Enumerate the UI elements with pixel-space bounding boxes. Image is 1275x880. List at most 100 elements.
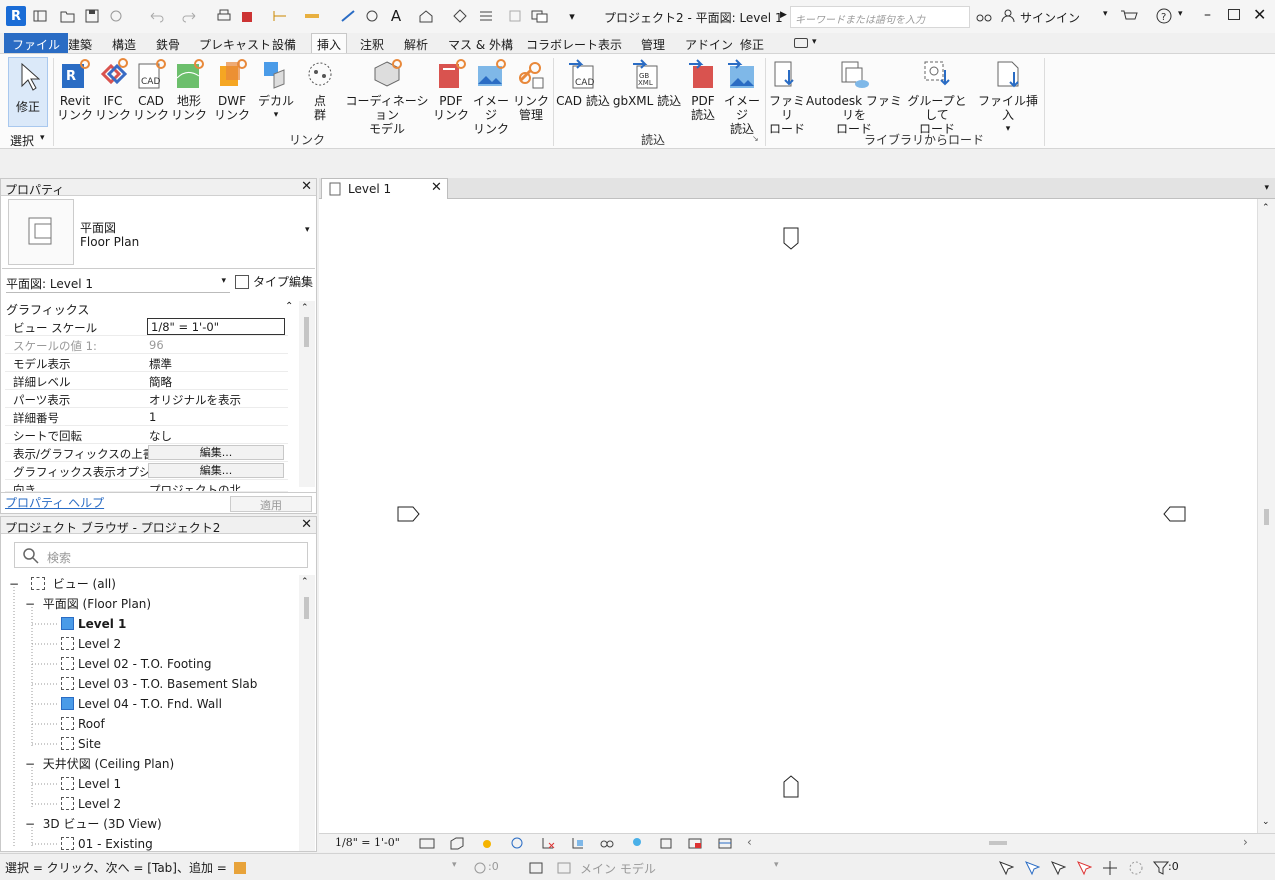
- elevation-marker-west[interactable]: [397, 506, 420, 522]
- hscroll-right-icon[interactable]: ›: [1243, 835, 1248, 849]
- save-icon[interactable]: [82, 6, 102, 26]
- tree-item-floor-plan-site[interactable]: Site: [61, 735, 101, 753]
- tab-modify[interactable]: 修正: [736, 35, 768, 54]
- document-tab-close-button[interactable]: ✕: [431, 180, 442, 195]
- collapse-group-icon[interactable]: ⌃: [285, 301, 293, 312]
- cad-import-button[interactable]: CAD CAD 読込: [556, 58, 610, 108]
- type-selector-dropdown-icon[interactable]: ▾: [305, 225, 310, 235]
- project-browser-close-button[interactable]: ✕: [301, 517, 312, 532]
- properties-help-link[interactable]: プロパティ ヘルプ: [5, 494, 104, 511]
- undo-icon[interactable]: [146, 6, 166, 26]
- tag-icon[interactable]: [362, 6, 382, 26]
- tab-precast[interactable]: プレキャスト: [195, 35, 275, 54]
- open-icon[interactable]: [58, 6, 78, 26]
- image-link-button[interactable]: イメージ リンク: [470, 58, 512, 136]
- point-cloud-button[interactable]: 点 群: [300, 58, 340, 122]
- prop-row-display-model[interactable]: モデル表示 標準: [5, 354, 288, 372]
- background-process-icon[interactable]: [1128, 860, 1144, 876]
- ribbon-toggle-icon[interactable]: [794, 38, 808, 48]
- user-icon[interactable]: [998, 6, 1018, 26]
- load-family-button[interactable]: ファミリ ロード: [768, 58, 806, 136]
- dwf-link-button[interactable]: DWF リンク: [210, 58, 254, 122]
- select-by-face-icon[interactable]: [1076, 860, 1092, 876]
- reveal-hidden-icon[interactable]: [659, 837, 675, 850]
- app-logo[interactable]: R: [6, 6, 26, 26]
- tree-item-floor-plan-level-04[interactable]: Level 04 - T.O. Fnd. Wall: [61, 695, 222, 713]
- pdf-link-button[interactable]: PDF リンク: [432, 58, 470, 122]
- manage-links-button[interactable]: リンク 管理: [512, 58, 550, 122]
- measure-icon[interactable]: [270, 6, 290, 26]
- dimension-icon[interactable]: [302, 6, 322, 26]
- browser-scrollbar[interactable]: ⌃: [299, 575, 315, 851]
- customize-qat-icon[interactable]: ▾: [562, 6, 582, 26]
- select-panel-label[interactable]: 選択: [10, 132, 34, 149]
- scroll-thumb[interactable]: [304, 597, 309, 619]
- view-scale-input[interactable]: 1/8" = 1'-0": [147, 318, 285, 335]
- tab-annotate[interactable]: 注釈: [356, 35, 388, 54]
- scroll-up-icon[interactable]: ⌃: [301, 577, 309, 587]
- properties-close-button[interactable]: ✕: [301, 179, 312, 194]
- view-scale-button[interactable]: 1/8" = 1'-0": [335, 836, 400, 849]
- align-icon[interactable]: [338, 6, 358, 26]
- scroll-up-icon[interactable]: ⌃: [1262, 203, 1270, 213]
- prop-row-detail-level[interactable]: 詳細レベル 簡略: [5, 372, 288, 390]
- tree-item-floor-plan-level-1[interactable]: Level 1: [61, 615, 126, 633]
- tree-item-floor-plan-level-03[interactable]: Level 03 - T.O. Basement Slab: [61, 675, 257, 693]
- hamburger-icon[interactable]: [30, 6, 50, 26]
- scroll-down-icon[interactable]: ⌄: [1262, 817, 1270, 827]
- select-dropdown-icon[interactable]: ▾: [40, 133, 45, 143]
- maximize-button[interactable]: [1228, 9, 1240, 20]
- canvas-vertical-scrollbar[interactable]: ⌃ ⌄: [1257, 199, 1275, 833]
- load-as-group-button[interactable]: グループとして ロード: [904, 58, 970, 136]
- select-links-icon[interactable]: [998, 860, 1014, 876]
- design-options-icon[interactable]: [556, 860, 572, 876]
- drawing-canvas[interactable]: [319, 199, 1257, 833]
- visual-style-icon[interactable]: [449, 837, 465, 850]
- select-pinned-icon[interactable]: [1050, 860, 1066, 876]
- close-hidden-icon[interactable]: [506, 6, 526, 26]
- document-tab-level-1[interactable]: Level 1 ✕: [321, 178, 448, 199]
- tab-insert[interactable]: 挿入: [311, 33, 348, 53]
- analytical-model-icon[interactable]: [717, 837, 733, 850]
- export-icon[interactable]: [238, 6, 258, 26]
- tab-architecture[interactable]: 建築: [64, 35, 96, 54]
- tab-addins[interactable]: アドイン: [681, 35, 737, 54]
- ifc-link-button[interactable]: IFC リンク: [94, 58, 132, 122]
- detail-level-icon[interactable]: [419, 837, 435, 850]
- properties-scrollbar[interactable]: ⌃: [299, 301, 315, 487]
- temporary-hide-icon[interactable]: [629, 837, 645, 850]
- text-icon[interactable]: A: [386, 6, 406, 26]
- decal-button[interactable]: デカル ▾: [256, 58, 296, 122]
- lock-3d-icon[interactable]: [599, 837, 615, 850]
- gbxml-import-button[interactable]: GB XML gbXML 読込: [612, 58, 682, 108]
- modify-button[interactable]: 修正: [8, 57, 48, 127]
- switch-windows-icon[interactable]: [530, 6, 550, 26]
- binoculars-icon[interactable]: [974, 6, 994, 26]
- filter-icon[interactable]: [1153, 860, 1169, 876]
- tab-structure[interactable]: 構造: [108, 35, 140, 54]
- tree-item-ceiling-level-1[interactable]: Level 1: [61, 775, 121, 793]
- tab-file[interactable]: ファイル: [4, 33, 69, 53]
- tab-analyze[interactable]: 解析: [400, 35, 432, 54]
- help-icon[interactable]: ?: [1154, 6, 1174, 26]
- cart-icon[interactable]: [1119, 6, 1139, 26]
- pdf-import-button[interactable]: PDF 読込: [684, 58, 722, 122]
- edit-type-button[interactable]: タイプ編集: [235, 273, 313, 290]
- apply-button[interactable]: 適用: [230, 496, 312, 512]
- topography-link-button[interactable]: 地形 リンク: [170, 58, 208, 122]
- type-selector[interactable]: 平面図 Floor Plan ▾: [2, 197, 315, 269]
- workset-dropdown-icon[interactable]: ▾: [452, 860, 457, 870]
- signin-dropdown-icon[interactable]: ▾: [1103, 9, 1108, 19]
- tree-item-floor-plan-level-02[interactable]: Level 02 - T.O. Footing: [61, 655, 211, 673]
- vg-overrides-edit-button[interactable]: 編集...: [148, 445, 284, 460]
- design-option-icon[interactable]: [472, 860, 488, 876]
- minimize-button[interactable]: –: [1204, 7, 1211, 23]
- tree-item-floor-plan-level-2[interactable]: Level 2: [61, 635, 121, 653]
- close-window-button[interactable]: ✕: [1253, 5, 1266, 24]
- prop-row-parts-visibility[interactable]: パーツ表示 オリジナルを表示: [5, 390, 288, 408]
- insert-from-file-button[interactable]: ファイル挿入 ▾: [976, 58, 1040, 136]
- warning-worksets-icon[interactable]: [232, 860, 248, 876]
- hscroll-left-icon[interactable]: ‹: [747, 835, 752, 849]
- main-model-label[interactable]: メイン モデル: [580, 860, 656, 877]
- coordination-model-button[interactable]: コーディネーション モデル: [344, 58, 430, 136]
